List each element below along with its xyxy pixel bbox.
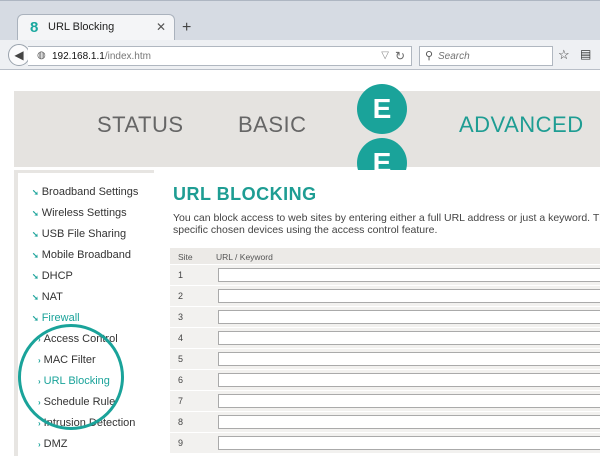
reload-icon[interactable]: ↻ — [395, 49, 405, 63]
router-header: STATUS BASIC ADVANCED — [14, 91, 600, 167]
sidebar-item-nat[interactable]: ➘ NAT — [32, 291, 63, 303]
tab-title: URL Blocking — [48, 21, 115, 33]
url-keyword-input[interactable] — [218, 289, 600, 303]
site-number: 5 — [178, 354, 184, 364]
table-row: 4 — [170, 327, 600, 348]
url-keyword-input[interactable] — [218, 394, 600, 408]
arrow-icon: ➘ — [32, 230, 39, 239]
highlight-circle — [18, 324, 124, 430]
search-icon: ⚲ — [425, 50, 434, 62]
search-bar[interactable]: ⚲ — [419, 46, 553, 66]
arrow-icon: ➘ — [32, 293, 39, 302]
arrow-icon: ➘ — [32, 209, 39, 218]
site-number: 4 — [178, 333, 184, 343]
table-row: 9 — [170, 432, 600, 453]
url-keyword-input[interactable] — [218, 373, 600, 387]
url-keyword-input[interactable] — [218, 352, 600, 366]
site-number: 8 — [178, 417, 184, 427]
arrow-icon: ➘ — [32, 272, 39, 281]
column-header-url: URL / Keyword — [216, 252, 273, 262]
address-bar[interactable]: ◍ 192.168.1.1/index.htm ▽ ↻ — [28, 46, 412, 66]
column-header-site: Site — [178, 252, 193, 262]
chevron-right-icon: › — [38, 440, 41, 449]
table-row: 7 — [170, 390, 600, 411]
search-input[interactable] — [438, 49, 548, 63]
sidebar-item-firewall[interactable]: ➘ Firewall — [32, 312, 80, 324]
table-row: 3 — [170, 306, 600, 327]
site-number: 7 — [178, 396, 184, 406]
arrow-icon: ➘ — [32, 188, 39, 197]
sidebar-item-mobile-broadband[interactable]: ➘ Mobile Broadband — [32, 249, 131, 261]
page-description: You can block access to web sites by ent… — [173, 212, 600, 236]
page-title: URL BLOCKING — [173, 184, 317, 204]
site-number: 9 — [178, 438, 184, 448]
sidebar-item-usb-file-sharing[interactable]: ➘ USB File Sharing — [32, 228, 126, 240]
new-tab-icon[interactable]: + — [182, 19, 191, 37]
dropdown-arrow-icon[interactable]: ▽ — [381, 50, 389, 61]
browser-tab[interactable]: 8 URL Blocking ✕ — [17, 14, 175, 42]
url-keyword-input[interactable] — [218, 436, 600, 450]
arrow-icon: ➘ — [32, 314, 39, 323]
globe-icon: ◍ — [37, 50, 46, 61]
site-number: 6 — [178, 375, 184, 385]
table-header: Site URL / Keyword — [170, 248, 600, 264]
url-keyword-input[interactable] — [218, 331, 600, 345]
sidebar-subitem-dmz[interactable]: › DMZ — [38, 438, 68, 450]
ee-logo-top: E — [357, 84, 407, 134]
url-keyword-input[interactable] — [218, 415, 600, 429]
table-row: 5 — [170, 348, 600, 369]
bookmarks-menu-icon[interactable]: ▤ — [580, 47, 591, 61]
sidebar-item-broadband-settings[interactable]: ➘ Broadband Settings — [32, 186, 138, 198]
main-content: URL BLOCKING You can block access to web… — [160, 170, 600, 456]
table-row: 2 — [170, 285, 600, 306]
nav-advanced[interactable]: ADVANCED — [459, 112, 584, 138]
address-url: 192.168.1.1/index.htm — [52, 51, 151, 62]
back-button[interactable]: ◀ — [8, 44, 30, 66]
site-number: 1 — [178, 270, 184, 280]
url-keyword-input[interactable] — [218, 268, 600, 282]
site-number: 3 — [178, 312, 184, 322]
nav-status[interactable]: STATUS — [97, 112, 184, 138]
url-keyword-input[interactable] — [218, 310, 600, 324]
bookmark-star-icon[interactable]: ☆ — [558, 47, 570, 63]
sidebar-item-wireless-settings[interactable]: ➘ Wireless Settings — [32, 207, 127, 219]
sidebar-item-dhcp[interactable]: ➘ DHCP — [32, 270, 73, 282]
nav-bar: ◀ ◍ 192.168.1.1/index.htm ▽ ↻ ⚲ ☆ ▤ — [0, 40, 600, 70]
table-row: 6 — [170, 369, 600, 390]
site-number: 2 — [178, 291, 184, 301]
close-tab-icon[interactable]: ✕ — [156, 20, 166, 34]
arrow-icon: ➘ — [32, 251, 39, 260]
table-row: 8 — [170, 411, 600, 432]
table-row: 1 — [170, 264, 600, 285]
tab-bar: 8 URL Blocking ✕ + — [0, 0, 600, 42]
ee-favicon-icon: 8 — [30, 19, 39, 36]
nav-basic[interactable]: BASIC — [238, 112, 307, 138]
